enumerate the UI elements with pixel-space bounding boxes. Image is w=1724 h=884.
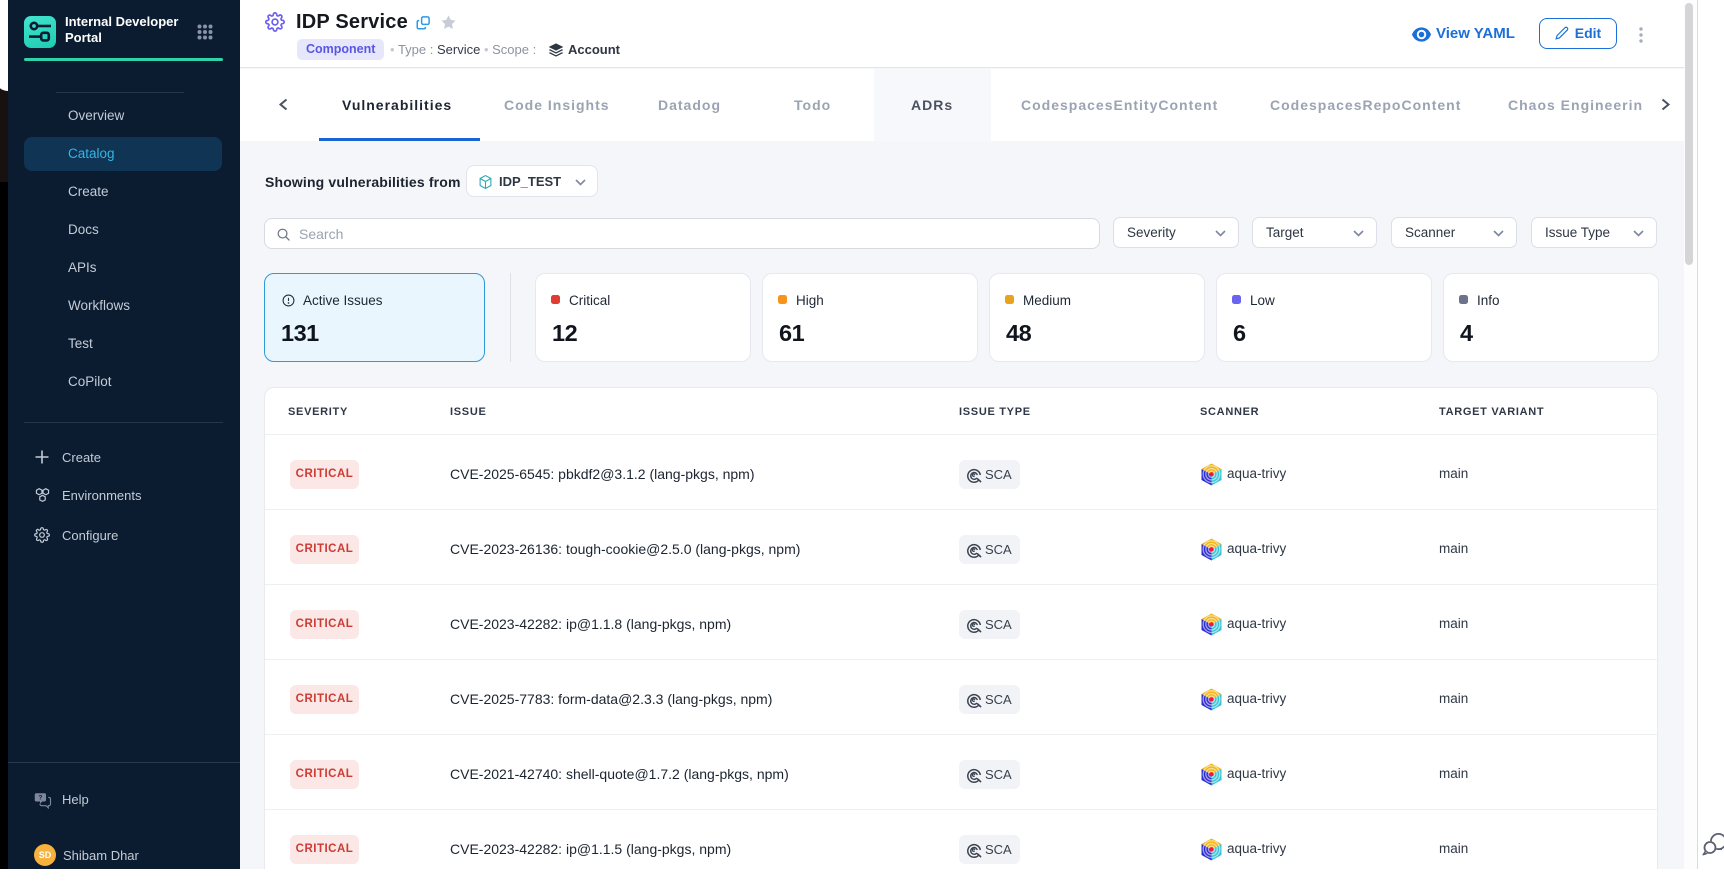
svg-text:?: ?	[38, 795, 42, 802]
